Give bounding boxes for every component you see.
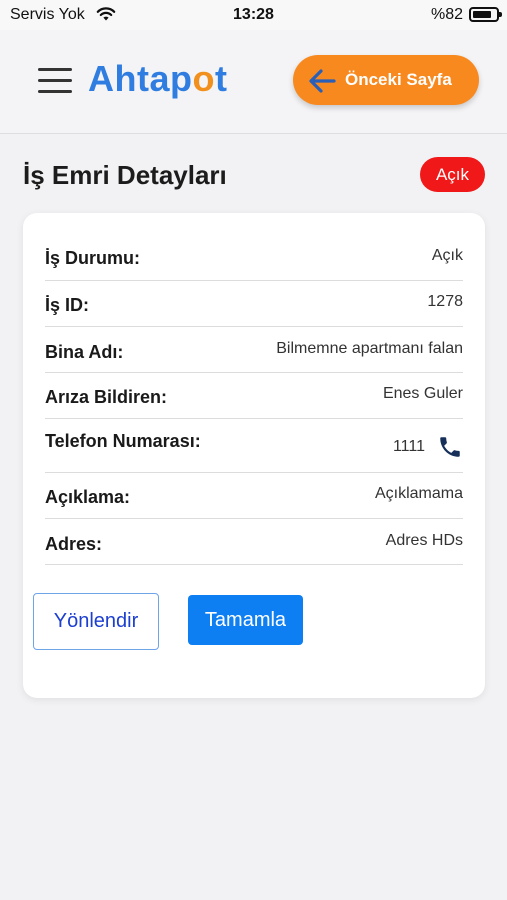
phone-number: 1111 xyxy=(392,438,425,455)
back-button[interactable]: Önceki Sayfa xyxy=(293,55,479,105)
arrow-left-icon xyxy=(309,69,336,93)
detail-value: Enes Guler xyxy=(382,385,463,402)
menu-icon[interactable] xyxy=(38,68,72,94)
work-order-card: İş Durumu: Açık İş ID: 1278 Bina Adı: Bi… xyxy=(23,213,485,698)
detail-row-phone: Telefon Numarası: 1111 xyxy=(45,419,463,473)
detail-row-reporter: Arıza Bildiren: Enes Guler xyxy=(45,373,463,419)
detail-value: Adres HDs xyxy=(385,532,463,549)
page-title: İş Emri Detayları xyxy=(23,160,227,190)
back-button-label: Önceki Sayfa xyxy=(345,70,452,89)
detail-row-id: İş ID: 1278 xyxy=(45,281,463,327)
redirect-button[interactable]: Yönlendir xyxy=(33,593,159,650)
detail-value: Açık xyxy=(431,247,463,264)
detail-value: Açıklamama xyxy=(374,485,463,502)
complete-button[interactable]: Tamamla xyxy=(188,595,303,645)
battery-icon xyxy=(469,7,502,22)
detail-value: Bilmemne apartmanı falan xyxy=(276,340,463,357)
app-header: Ahtapot Önceki Sayfa xyxy=(0,30,507,134)
detail-label: İş ID: xyxy=(45,295,90,315)
detail-row-status: İş Durumu: Açık xyxy=(45,243,463,281)
detail-row-address: Adres: Adres HDs xyxy=(45,519,463,565)
battery-percentage: %82 xyxy=(430,6,463,23)
detail-label: Bina Adı: xyxy=(45,342,124,362)
detail-label: Adres: xyxy=(45,534,103,554)
status-badge: Açık xyxy=(420,157,485,192)
status-bar: Servis Yok 13:28 %82 xyxy=(0,0,507,30)
detail-label: Açıklama: xyxy=(45,487,131,507)
detail-label: Telefon Numarası: xyxy=(45,431,201,451)
detail-label: Arıza Bildiren: xyxy=(45,387,168,407)
app-logo: Ahtapot xyxy=(88,58,228,99)
detail-row-building: Bina Adı: Bilmemne apartmanı falan xyxy=(45,327,463,373)
detail-value: 1278 xyxy=(427,293,463,310)
detail-label: İş Durumu: xyxy=(45,248,141,268)
detail-row-description: Açıklama: Açıklamama xyxy=(45,473,463,519)
phone-icon[interactable] xyxy=(437,433,463,461)
